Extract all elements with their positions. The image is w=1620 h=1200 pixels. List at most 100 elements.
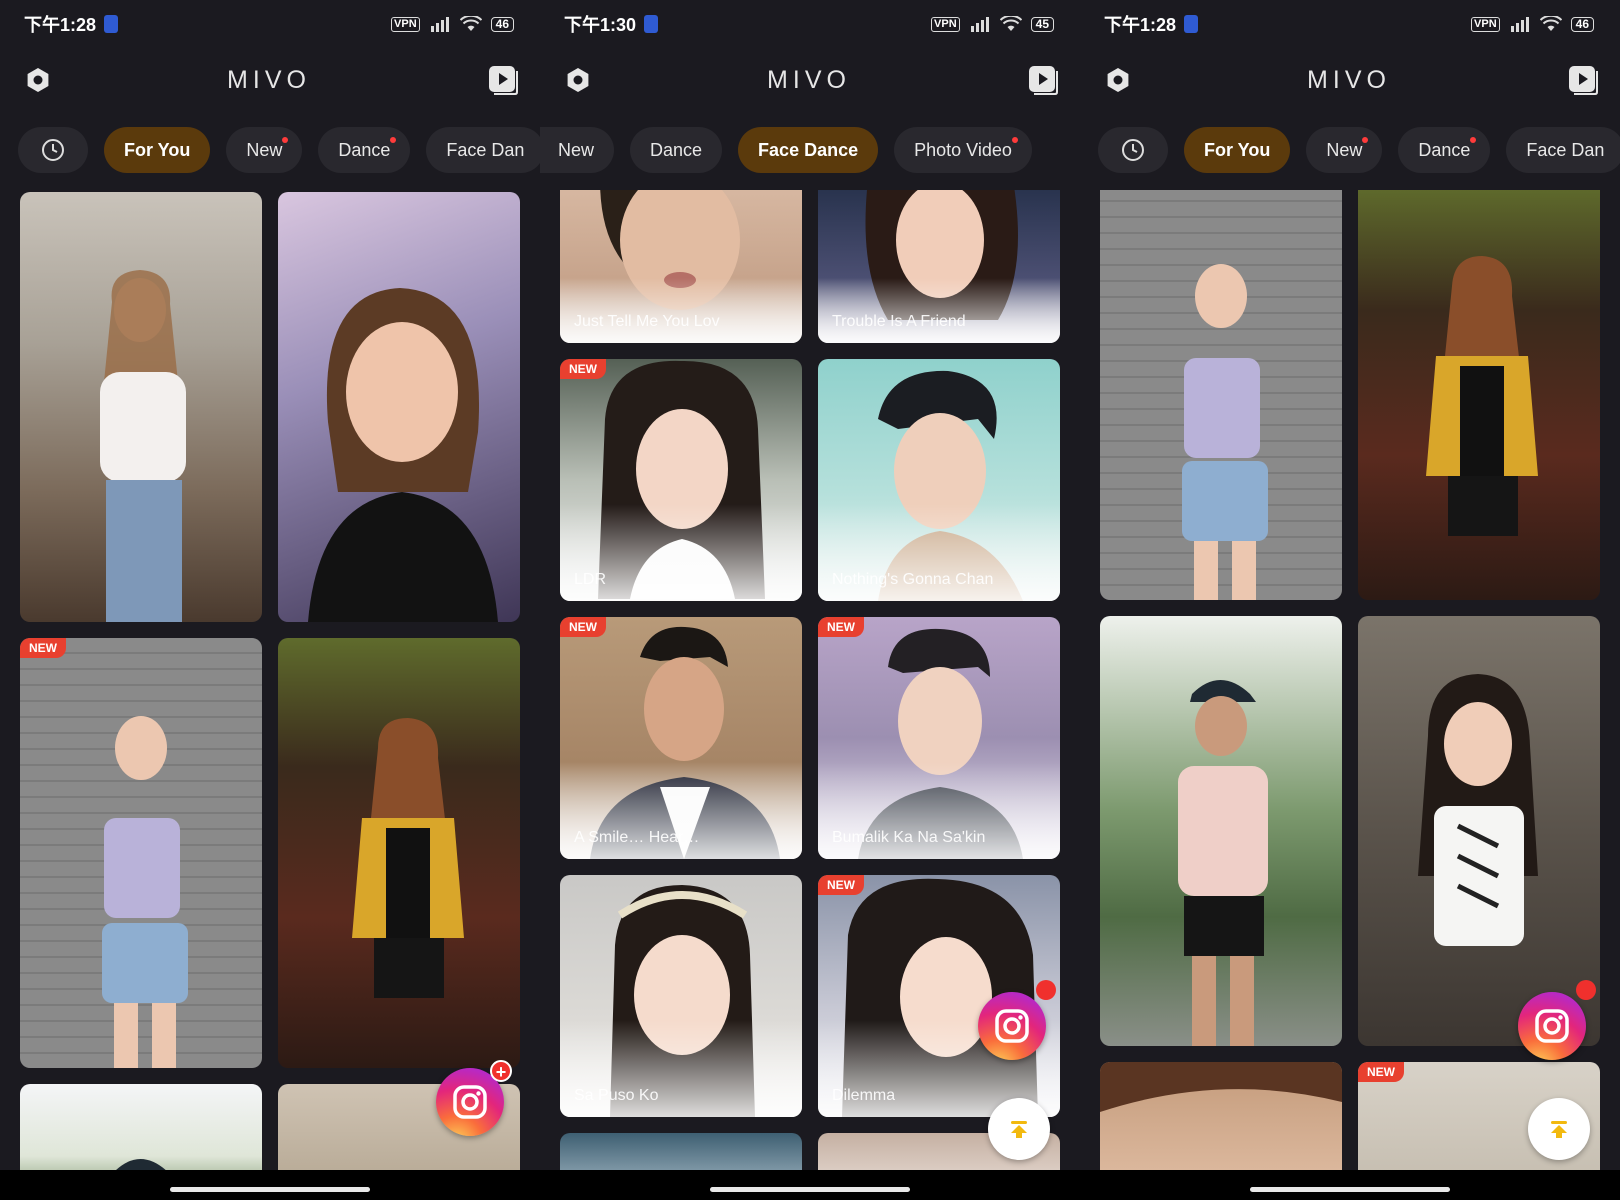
template-card[interactable] <box>1100 1062 1342 1170</box>
tab-dance[interactable]: Dance <box>318 127 411 173</box>
category-tabs: For You New Dance Face Dan <box>1080 126 1620 174</box>
template-title: Trouble Is A Friend <box>832 313 966 330</box>
my-videos-button[interactable] <box>1566 63 1600 97</box>
template-card[interactable] <box>20 1084 262 1170</box>
person-silhouette <box>1178 680 1268 1046</box>
template-card[interactable]: Just Tell Me You Lov <box>560 190 802 343</box>
tab-face-dance[interactable]: Face Dan <box>1506 127 1620 173</box>
template-title: Bumalik Ka Na Sa'kin <box>832 829 986 846</box>
hexagon-settings-icon <box>1107 68 1129 92</box>
arrow-up-to-top-icon <box>1551 1121 1567 1138</box>
tab-for-you[interactable]: For You <box>104 127 211 173</box>
tab-new[interactable]: New <box>226 127 303 173</box>
home-indicator[interactable] <box>170 1187 370 1192</box>
tab-face-dance[interactable]: Face Dance <box>738 127 879 173</box>
template-card[interactable] <box>278 192 520 622</box>
tab-dance[interactable]: Dance <box>1398 127 1491 173</box>
template-title: A Smile… Hear… <box>574 829 700 846</box>
person-silhouette <box>308 288 498 622</box>
settings-button[interactable] <box>24 66 52 94</box>
instagram-button[interactable] <box>978 992 1046 1060</box>
app-title: MIVO <box>227 65 311 94</box>
tab-new[interactable]: New <box>540 127 615 173</box>
vpn-indicator: VPN <box>1471 16 1500 32</box>
new-dot <box>282 137 289 143</box>
person-silhouette <box>1418 674 1538 946</box>
settings-button[interactable] <box>564 66 592 94</box>
caption-fade <box>560 277 802 343</box>
new-badge: NEW <box>818 875 864 895</box>
person-silhouette <box>102 716 188 1068</box>
caption-fade <box>818 277 1060 343</box>
video-library-icon <box>489 66 518 95</box>
instagram-icon <box>453 1085 487 1119</box>
app-header: MIVO <box>540 52 1080 108</box>
person-silhouette <box>1182 264 1268 600</box>
home-indicator[interactable] <box>1250 1187 1450 1192</box>
new-badge: NEW <box>20 638 66 658</box>
tab-label: For You <box>124 139 191 160</box>
template-title: Just Tell Me You Lov <box>574 313 720 330</box>
home-indicator[interactable] <box>710 1187 910 1192</box>
new-dot <box>390 137 397 143</box>
signal-icon <box>430 17 449 32</box>
instagram-icon <box>1535 1009 1569 1043</box>
notification-dot <box>1036 980 1056 1000</box>
template-card[interactable]: NEW LDR <box>560 359 802 601</box>
template-card[interactable] <box>20 192 262 622</box>
instagram-button[interactable] <box>1518 992 1586 1060</box>
notification-icon <box>644 15 659 33</box>
tab-history[interactable] <box>18 127 88 173</box>
template-card[interactable]: NEW A Smile… Hear… <box>560 617 802 859</box>
template-card[interactable] <box>1100 190 1342 600</box>
template-card[interactable] <box>560 1133 802 1170</box>
template-card[interactable] <box>278 638 520 1068</box>
status-bar: 下午1:28 VPN 46 <box>1080 0 1620 48</box>
scroll-to-top-button[interactable] <box>988 1098 1050 1160</box>
hexagon-settings-icon <box>567 68 589 92</box>
my-videos-button[interactable] <box>486 63 520 97</box>
new-dot <box>1011 137 1018 143</box>
tab-photo-video[interactable]: Photo Video <box>894 127 1032 173</box>
app-title: MIVO <box>767 65 851 94</box>
tab-new[interactable]: New <box>1306 127 1383 173</box>
instagram-icon <box>995 1009 1029 1043</box>
tab-label: Photo Video <box>914 139 1012 160</box>
template-title: Sa Puso Ko <box>574 1087 659 1104</box>
template-card[interactable]: Trouble Is A Friend <box>818 190 1060 343</box>
tab-dance[interactable]: Dance <box>630 127 723 173</box>
template-card[interactable]: NEW <box>20 638 262 1068</box>
tab-label: New <box>558 139 595 160</box>
template-card[interactable] <box>1358 616 1600 1046</box>
notification-icon <box>1184 15 1199 33</box>
status-time: 下午1:28 <box>24 15 97 35</box>
new-badge: NEW <box>560 617 606 637</box>
tab-label: Dance <box>650 139 703 160</box>
template-card[interactable]: NEW Bumalik Ka Na Sa'kin <box>818 617 1060 859</box>
status-bar: 下午1:30 VPN 45 <box>540 0 1080 48</box>
template-card[interactable]: Nothing's Gonna Chan <box>818 359 1060 601</box>
template-card[interactable] <box>1358 190 1600 600</box>
new-badge: NEW <box>1358 1062 1404 1082</box>
battery-indicator: 46 <box>490 16 514 32</box>
system-nav-bar <box>540 1170 1080 1200</box>
template-title: Dilemma <box>832 1087 896 1104</box>
person-silhouette <box>116 1159 166 1170</box>
tab-label: Dance <box>338 139 391 160</box>
tab-history[interactable] <box>1098 127 1168 173</box>
template-card[interactable]: Sa Puso Ko <box>560 875 802 1117</box>
tab-label: New <box>246 139 283 160</box>
template-card[interactable] <box>1100 616 1342 1046</box>
person-silhouette <box>1100 1062 1342 1112</box>
thumbnail <box>560 1133 802 1170</box>
settings-button[interactable] <box>1104 66 1132 94</box>
template-title: Nothing's Gonna Chan <box>832 571 994 588</box>
my-videos-button[interactable] <box>1026 63 1060 97</box>
wifi-icon <box>999 16 1022 31</box>
tab-face-dance[interactable]: Face Dan <box>426 127 540 173</box>
scroll-to-top-button[interactable] <box>1528 1098 1590 1160</box>
template-grid: NEW <box>0 190 540 1170</box>
tab-for-you[interactable]: For You <box>1184 127 1291 173</box>
signal-icon <box>970 17 989 32</box>
vpn-indicator: VPN <box>931 16 960 32</box>
